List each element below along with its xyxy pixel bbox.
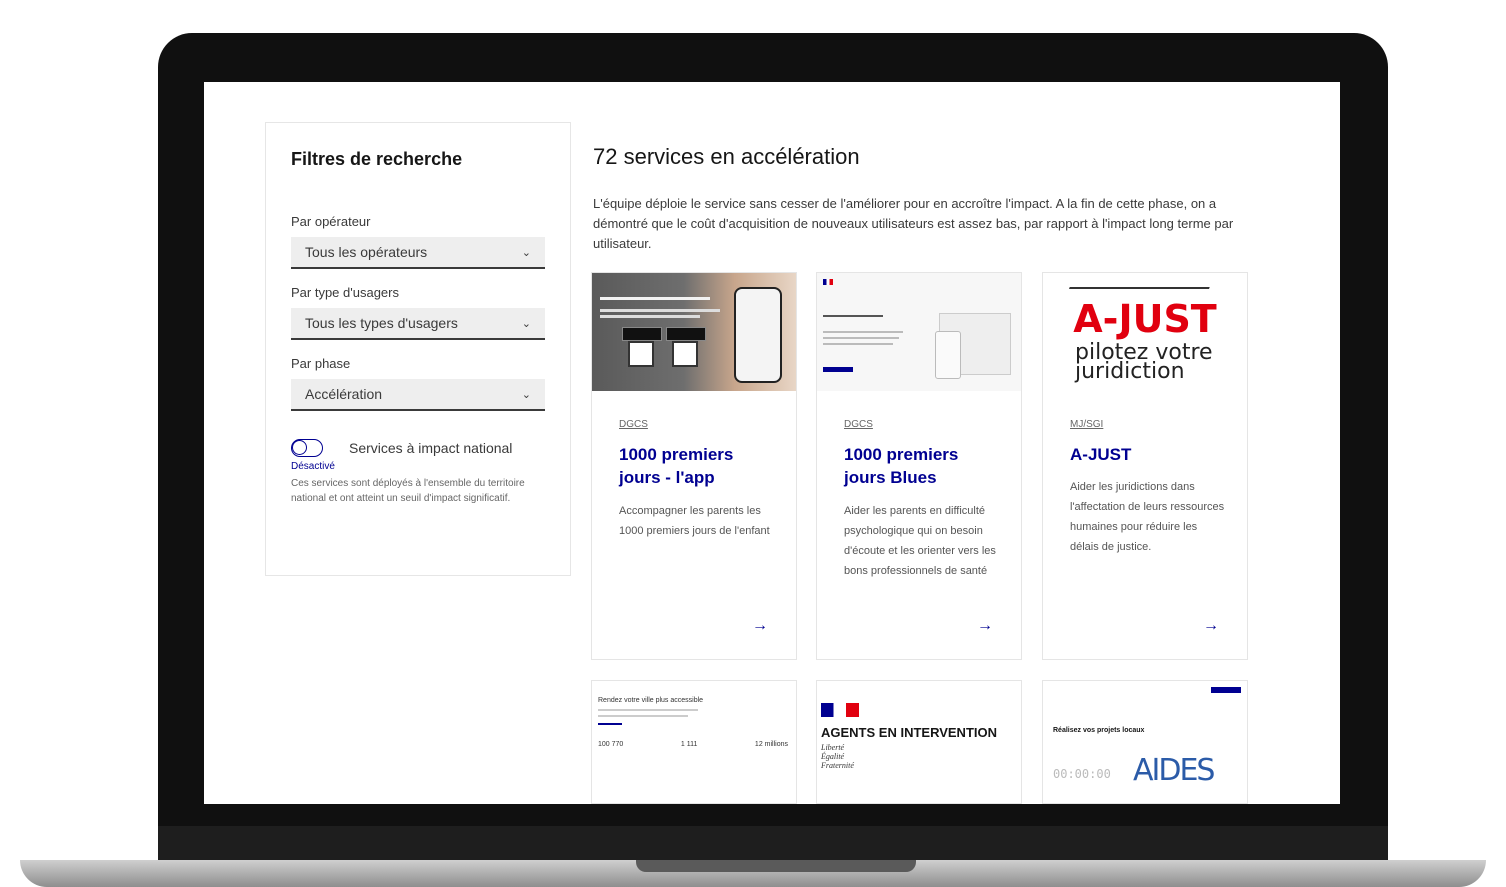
chevron-down-icon: ⌄ xyxy=(521,246,531,259)
page-title: 72 services en accélération xyxy=(593,144,860,169)
laptop-bezel xyxy=(158,826,1388,860)
service-card[interactable]: DGCS 1000 premiers jours Blues Aider les… xyxy=(816,272,1022,660)
card-operator[interactable]: DGCS xyxy=(844,419,873,430)
thumb-header-button xyxy=(1211,687,1241,693)
card-description: Accompagner les parents les 1000 premier… xyxy=(619,505,770,537)
operator-select-value: Tous les opérateurs xyxy=(305,244,428,260)
laptop-notch xyxy=(636,860,916,872)
thumb-text-line xyxy=(598,715,688,717)
chevron-down-icon: ⌄ xyxy=(521,317,531,330)
screen: Filtres de recherche Par opérateur Tous … xyxy=(204,82,1340,804)
service-card[interactable]: AGENTS EN INTERVENTION Liberté Égalité F… xyxy=(816,680,1022,804)
qr-code xyxy=(672,341,698,367)
card-stats: 100 770 1 111 12 millions xyxy=(598,741,788,748)
stat-value: 1 111 xyxy=(680,741,698,748)
service-card[interactable]: Réalisez vos projets locaux 00:00:00 AID… xyxy=(1042,680,1248,804)
user-type-label: Par type d'usagers xyxy=(291,285,399,300)
stat-value: 12 millions xyxy=(754,741,788,748)
thumb-text-line xyxy=(823,343,893,345)
qr-code xyxy=(628,341,654,367)
thumb-header xyxy=(1049,687,1241,693)
user-type-select-value: Tous les types d'usagers xyxy=(305,315,458,331)
phase-select[interactable]: Accélération ⌄ xyxy=(291,379,545,411)
card-title[interactable]: 1000 premiers jours Blues xyxy=(844,443,1004,489)
operator-select[interactable]: Tous les opérateurs ⌄ xyxy=(291,237,545,269)
marianne-logo xyxy=(821,703,859,717)
toggle-hint: Ces services sont déployés à l'ensemble … xyxy=(291,478,525,504)
logo-sketch xyxy=(1068,273,1218,289)
stat-value: 100 770 xyxy=(598,741,624,748)
thumb-heading-line xyxy=(600,297,710,300)
card-operator[interactable]: DGCS xyxy=(619,419,648,430)
thumb-cta xyxy=(598,723,622,725)
phone-mockup xyxy=(734,287,782,383)
motto-line: Liberté xyxy=(821,743,845,752)
national-impact-label: Services à impact national xyxy=(349,440,513,456)
filters-title: Filtres de recherche xyxy=(291,149,463,169)
google-play-badge xyxy=(666,327,706,341)
card-thumb-heading: Rendez votre ville plus accessible xyxy=(598,697,704,704)
service-card[interactable]: A-JUST pilotez votre juridiction MJ/SGI … xyxy=(1042,272,1248,660)
card-title[interactable]: 1000 premiers jours - l'app xyxy=(619,443,779,489)
chevron-down-icon: ⌄ xyxy=(521,388,531,401)
service-card[interactable]: Rendez votre ville plus accessible 100 7… xyxy=(591,680,797,804)
toggle-knob xyxy=(292,440,307,455)
card-thumbnail xyxy=(817,273,1021,391)
card-title[interactable]: A-JUST xyxy=(1070,443,1230,466)
thumb-text-line xyxy=(823,331,903,333)
phase-select-value: Accélération xyxy=(305,386,383,402)
card-thumb-heading: Réalisez vos projets locaux xyxy=(1053,727,1145,734)
card-description: Aider les parents en difficulté psycholo… xyxy=(844,505,996,577)
motto-line: Égalité xyxy=(821,752,845,761)
video-timer: 00:00:00 xyxy=(1053,767,1111,781)
thumb-text-line xyxy=(600,309,720,312)
filters-panel: Filtres de recherche Par opérateur Tous … xyxy=(265,122,571,576)
national-impact-toggle[interactable] xyxy=(291,439,323,457)
app-store-badge xyxy=(622,327,662,341)
marianne-logo xyxy=(823,279,833,285)
thumb-cta xyxy=(823,367,853,372)
card-thumbnail: A-JUST pilotez votre juridiction xyxy=(1043,273,1247,391)
card-thumbnail xyxy=(592,273,796,391)
thumb-text-line xyxy=(598,709,698,711)
card-operator[interactable]: MJ/SGI xyxy=(1070,419,1103,430)
arrow-right-icon[interactable]: → xyxy=(1203,617,1219,635)
card-description: Aider les juridictions dans l'affectatio… xyxy=(1070,481,1225,553)
thumb-text-line xyxy=(823,337,899,339)
motto-line: Fraternité xyxy=(821,761,854,770)
toggle-state: Désactivé xyxy=(291,461,335,472)
user-type-select[interactable]: Tous les types d'usagers ⌄ xyxy=(291,308,545,340)
arrow-right-icon[interactable]: → xyxy=(752,617,768,635)
republic-motto: Liberté Égalité Fraternité xyxy=(821,743,854,770)
service-card[interactable]: DGCS 1000 premiers jours - l'app Accompa… xyxy=(591,272,797,660)
thumb-text-line xyxy=(600,315,700,318)
aides-logo: AIDES xyxy=(1133,753,1215,788)
operator-label: Par opérateur xyxy=(291,214,371,229)
arrow-right-icon[interactable]: → xyxy=(977,617,993,635)
ajust-logo-title: A-JUST xyxy=(1073,297,1217,341)
phase-label: Par phase xyxy=(291,356,351,371)
ajust-logo-subtitle: pilotez votre juridiction xyxy=(1075,342,1213,383)
card-thumb-title: AGENTS EN INTERVENTION xyxy=(821,725,998,740)
page-description: L'équipe déploie le service sans cesser … xyxy=(593,196,1234,251)
phone-mockup xyxy=(935,331,961,379)
thumb-heading-line xyxy=(823,315,883,317)
